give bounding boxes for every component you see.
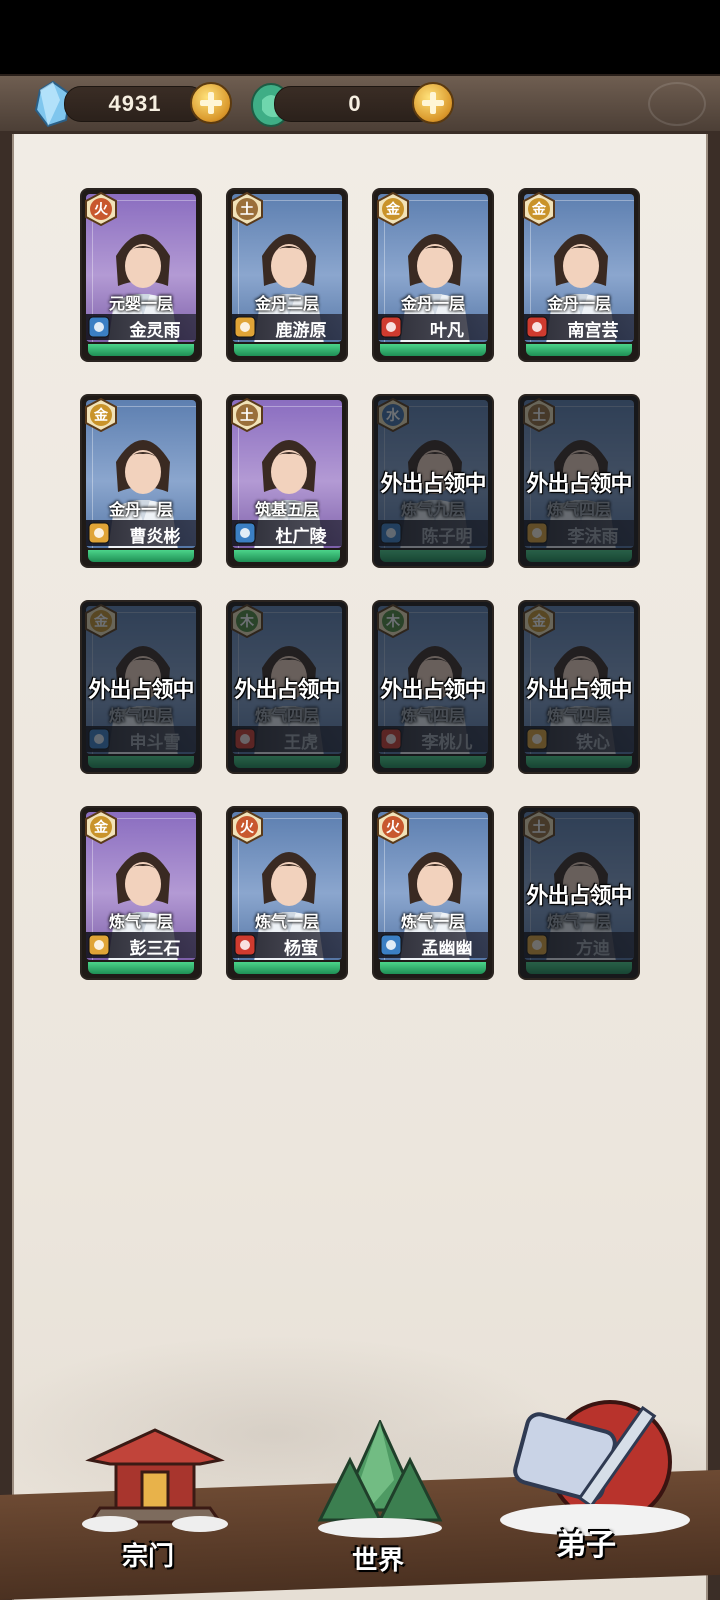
disciple-name: 孟幽幽: [421, 939, 473, 958]
disciple-card[interactable]: 水炼气九层陈子明外出占领中: [374, 396, 492, 566]
disciple-realm: 金丹二层: [254, 296, 319, 313]
element-label: 火: [386, 820, 401, 836]
disciple-realm: 金丹一层: [108, 502, 173, 519]
away-status: 外出占领中: [526, 677, 632, 703]
element-badge-icon: 土: [231, 192, 263, 226]
sect-hall-icon: [82, 1428, 228, 1532]
element-label: 金: [93, 819, 109, 836]
add-jade-button[interactable]: [412, 82, 454, 124]
nav-sect-label: 宗门: [122, 1542, 175, 1572]
currency-bar: 4931 0: [0, 74, 720, 134]
disciple-card[interactable]: 金金丹一层曹炎彬: [82, 396, 200, 566]
disciple-realm: 筑基五层: [254, 502, 319, 519]
disciple-realm: 元婴一层: [108, 296, 173, 313]
disciple-name: 杨萤: [284, 939, 318, 958]
disciple-realm: 金丹一层: [400, 296, 465, 313]
disciple-realm: 炼气一层: [254, 914, 319, 931]
away-status: 外出占领中: [380, 471, 486, 497]
away-status: 外出占领中: [234, 677, 340, 703]
element-label: 土: [240, 407, 254, 424]
add-crystal-button[interactable]: [190, 82, 232, 124]
crystal-count: 4931: [64, 86, 206, 122]
disciple-name: 鹿游原: [275, 321, 327, 340]
away-status: 外出占领中: [526, 471, 632, 497]
element-badge-icon: 金: [85, 810, 117, 844]
status-bar: [0, 0, 720, 75]
nav-world-label: 世界: [352, 1546, 405, 1576]
disciple-realm: 炼气一层: [108, 914, 173, 931]
away-status: 外出占领中: [526, 883, 632, 909]
element-label: 金: [385, 201, 401, 218]
element-label: 金: [93, 407, 109, 424]
disciple-card[interactable]: 金炼气四层铁心外出占领中: [520, 602, 638, 772]
water-sect-icon: [380, 934, 402, 956]
element-badge-icon: 金: [523, 192, 555, 226]
away-status: 外出占领中: [88, 677, 194, 703]
earth-sect-icon: [234, 316, 256, 338]
disciple-card[interactable]: 金金丹一层叶凡: [374, 190, 492, 360]
disciple-card[interactable]: 土炼气一层方迪外出占领中: [520, 808, 638, 978]
disciple-card[interactable]: 金金丹一层南宫芸: [520, 190, 638, 360]
disciple-card[interactable]: 木炼气四层王虎外出占领中: [228, 602, 346, 772]
disciple-card[interactable]: 火炼气一层孟幽幽: [374, 808, 492, 978]
disciple-name: 叶凡: [430, 321, 464, 340]
nav-world[interactable]: 世界: [310, 1420, 450, 1590]
earth-sect-icon: [88, 522, 110, 544]
disciple-name: 杜广陵: [275, 527, 327, 546]
nav-disciple[interactable]: 弟子: [490, 1392, 700, 1592]
disciple-realm: 炼气一层: [400, 914, 465, 931]
element-label: 火: [240, 820, 255, 836]
disciple-card[interactable]: 金炼气一层彭三石: [82, 808, 200, 978]
disciple-name: 彭三石: [129, 939, 181, 958]
nav-sect[interactable]: 宗门: [80, 1422, 230, 1582]
element-badge-icon: 火: [85, 192, 117, 226]
element-badge-icon: 火: [231, 810, 263, 844]
earth-sect-icon: [88, 934, 110, 956]
mountain-icon: [317, 1420, 443, 1538]
element-label: 火: [94, 202, 109, 218]
disciple-card[interactable]: 金炼气四层申斗雪外出占领中: [82, 602, 200, 772]
disciple-card[interactable]: 土金丹二层鹿游原: [228, 190, 346, 360]
away-status: 外出占领中: [380, 677, 486, 703]
element-badge-icon: 金: [85, 398, 117, 432]
element-badge-icon: 火: [377, 810, 409, 844]
disciple-card[interactable]: 木炼气四层李桃儿外出占领中: [374, 602, 492, 772]
disciple-card[interactable]: 火元婴一层金灵雨: [82, 190, 200, 360]
disciple-name: 曹炎彬: [129, 527, 181, 546]
fire-sect-icon: [234, 934, 256, 956]
disciple-name: 南宫芸: [567, 321, 619, 340]
disciple-card[interactable]: 土炼气四层李沫雨外出占领中: [520, 396, 638, 566]
nav-disciple-label: 弟子: [556, 1528, 616, 1563]
water-sect-icon: [88, 316, 110, 338]
element-label: 土: [240, 201, 254, 218]
element-label: 金: [531, 201, 547, 218]
disciple-name: 金灵雨: [129, 321, 181, 340]
element-badge-icon: 土: [231, 398, 263, 432]
disciple-realm: 金丹一层: [546, 296, 611, 313]
disciple-card[interactable]: 土筑基五层杜广陵: [228, 396, 346, 566]
disciple-card[interactable]: 火炼气一层杨萤: [228, 808, 346, 978]
water-sect-icon: [234, 522, 256, 544]
fire-sect-icon: [380, 316, 402, 338]
element-badge-icon: 金: [377, 192, 409, 226]
fire-sect-icon: [526, 316, 548, 338]
